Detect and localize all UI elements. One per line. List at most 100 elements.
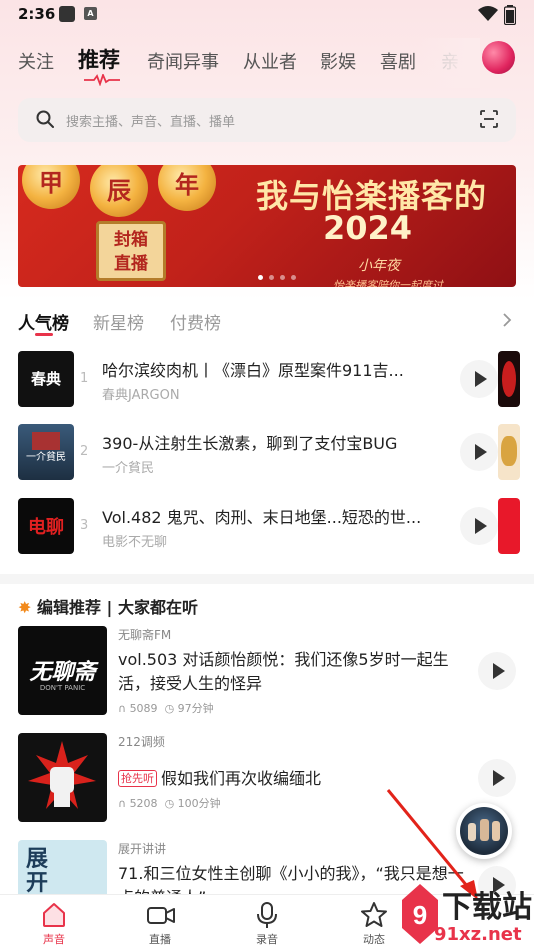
cover-subtext: DON'T PANIC [39,684,86,692]
episode-title: 哈尔滨绞肉机丨《漂白》原型案件911吉... [102,361,404,380]
play-button[interactable] [460,433,498,471]
lantern-text: 甲 [39,169,63,197]
chevron-right-icon[interactable] [502,312,512,328]
watermark-url: 91xz.net [434,924,522,945]
play-button[interactable] [478,652,516,690]
duration: 100分钟 [177,797,221,810]
duration: 97分钟 [177,702,214,715]
ranking-tabs: 人气榜 新星榜 付费榜 [18,306,516,338]
tab-practitioners[interactable]: 从业者 [243,48,297,74]
tab-comedy[interactable]: 喜剧 [380,48,416,74]
episode-title: Vol.482 鬼咒、肉刑、末日地堡...短恐的世... [102,508,422,527]
search-icon [36,110,54,128]
site-watermark: 9 下载站 91xz.net [400,878,534,950]
rank-list-item[interactable]: 一介貧民 2 390-从注射生长激素，聊到了支付宝BUG 一介貧民 [18,424,516,480]
nav-label: 录音 [256,933,278,946]
rank-tab-underline [35,333,53,336]
wifi-icon [478,6,498,21]
rank-number: 2 [80,444,89,459]
app-badge-icon: A [84,7,97,20]
status-time: 2:36 [18,5,56,23]
banner-year: 2024 [323,209,413,247]
rank-list-item[interactable]: 春典 1 哈尔滨绞肉机丨《漂白》原型案件911吉... 春典JARGON [18,351,516,407]
rank-list-item[interactable]: 电聊 3 Vol.482 鬼咒、肉刑、末日地堡...短恐的世... 电影不无聊 [18,498,516,554]
play-icon [475,371,487,387]
podcast-cover: 一介貧民 [18,424,74,480]
pagination-dot[interactable] [258,275,263,280]
cover-text: 电聊 [28,517,64,538]
banner-subtitle: 小年夜 [358,258,400,274]
play-icon [493,663,505,679]
episode-title: 假如我们再次收编缅北 [161,769,322,788]
channel-name[interactable]: 212调频 [118,733,165,750]
headphones-icon: ∩ [118,702,127,715]
search-bar[interactable]: 搜索主播、声音、直播、播单 [18,98,516,142]
user-avatar[interactable] [482,41,515,74]
rank-number: 1 [80,371,89,386]
promo-banner[interactable]: 甲 辰 年 封箱 直播 我与怡楽播客的 2024 小年夜 怡楽播客陪你一起度过 [18,165,516,287]
play-icon [475,518,487,534]
tab-strange-stories[interactable]: 奇闻异事 [147,48,219,74]
svg-text:9: 9 [413,900,427,930]
video-icon [147,907,175,924]
nav-live[interactable]: 直播 [120,895,200,950]
channel-name[interactable]: 无聊斋FM [118,626,171,643]
tab-entertainment[interactable]: 影娱 [320,48,356,74]
section-divider [0,574,534,584]
status-bar: 2:36 A [0,0,534,30]
nav-label: 直播 [149,933,171,946]
recommend-item[interactable]: 无聊斋 DON'T PANIC 无聊斋FM vol.503 对话颜怡颜悦：我们还… [18,626,516,716]
battery-icon [504,5,516,25]
nav-record[interactable]: 录音 [227,895,307,950]
notification-icon [59,6,75,22]
tabs-fade [420,38,480,88]
fist-icon [28,741,96,809]
podcast-cover: 春典 [18,351,74,407]
podcast-author: 电影不无聊 [102,535,168,550]
search-input[interactable]: 搜索主播、声音、直播、播单 [66,111,235,130]
episode-meta: ∩ 5208 ◷ 100分钟 [118,795,221,811]
tab-follow[interactable]: 关注 [18,48,54,74]
play-icon [475,444,487,460]
lantern-text: 辰 [107,177,131,205]
category-tabs: 关注 推荐 奇闻异事 从业者 影娱 喜剧 亲 [0,38,534,88]
tab-paid-rank[interactable]: 付费榜 [170,309,221,334]
scan-icon[interactable] [480,110,498,128]
podcast-author: 一介貧民 [102,461,155,476]
pagination-dot[interactable] [280,275,285,280]
microphone-icon [257,902,277,928]
episode-title: 390-从注射生长激素，聊到了支付宝BUG [102,434,398,453]
box-sign-text: 直播 [114,254,148,274]
section-title: ✸ 编辑推荐 | 大家都在听 [18,594,198,618]
pagination-dot[interactable] [291,275,296,280]
lantern-text: 年 [175,171,199,199]
episode-meta: ∩ 5089 ◷ 97分钟 [118,700,214,716]
podcast-author: 春典JARGON [102,388,180,403]
early-access-badge: 抢先听 [118,770,157,787]
episode-cover [18,733,107,822]
cover-text: 春典 [30,370,61,388]
rank-number: 3 [80,518,89,533]
active-tab-indicator [84,74,120,86]
play-button[interactable] [460,360,498,398]
cover-text: 无聊斋 [29,660,96,685]
tab-newstar-rank[interactable]: 新星榜 [93,309,144,334]
banner-pagination [258,265,302,284]
tab-popular-rank[interactable]: 人气榜 [18,309,69,334]
episode-title: vol.503 对话颜怡颜悦：我们还像5岁时一起生活，接受人生的怪异 [118,650,449,693]
headphones-icon: ∩ [118,797,127,810]
pagination-dot[interactable] [269,275,274,280]
play-icon [493,770,505,786]
channel-name[interactable]: 展开讲讲 [118,840,166,857]
nav-label: 声音 [43,933,65,946]
fire-icon: ✸ [18,598,32,617]
clock-icon: ◷ [164,702,175,715]
episode-cover: 无聊斋 DON'T PANIC [18,626,107,715]
tab-recommend[interactable]: 推荐 [78,44,120,74]
podcast-cover: 电聊 [18,498,74,554]
play-count: 5208 [129,797,158,810]
box-sign-text: 封箱 [114,230,148,250]
play-button[interactable] [460,507,498,545]
nav-sound[interactable]: 声音 [14,895,94,950]
cover-text: 一介貧民 [26,452,66,463]
